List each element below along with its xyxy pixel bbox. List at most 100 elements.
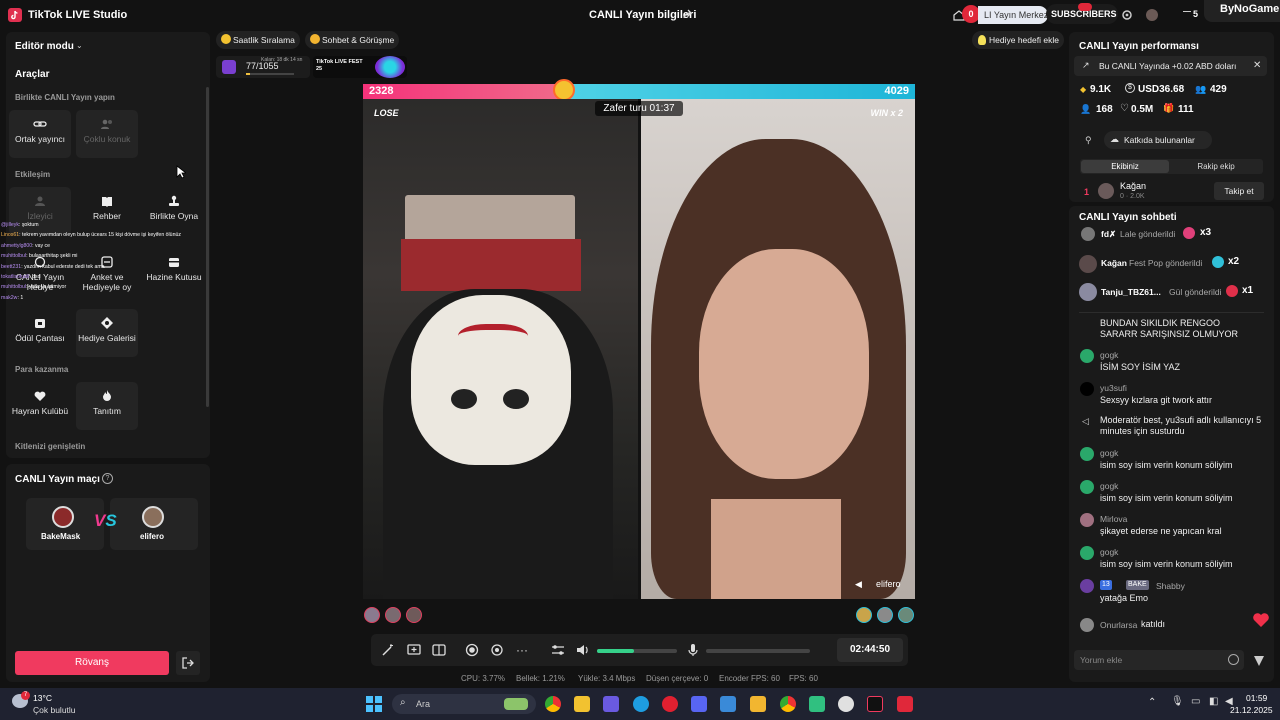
cohost-tool[interactable]: Ortak yayıncı [9, 110, 71, 158]
avatar[interactable] [1098, 183, 1114, 199]
clock-date[interactable]: 21.12.2025 [1230, 705, 1273, 715]
clock-time[interactable]: 01:59 [1246, 693, 1267, 703]
mic-level-slider[interactable] [706, 649, 810, 653]
hourly-ranking-chip[interactable]: Saatlik Sıralama [216, 31, 300, 49]
chat-user[interactable]: gogk [1100, 350, 1118, 360]
magic-wand-icon[interactable] [381, 643, 395, 657]
emoji-icon[interactable] [1228, 654, 1239, 665]
comment-input[interactable]: Yorum ekle [1074, 650, 1244, 670]
left-supporter-avatar[interactable] [406, 607, 422, 623]
live-info-title[interactable]: CANLI Yayın bilgileri [589, 9, 696, 21]
chat-user[interactable]: yu3sufi [1100, 383, 1127, 393]
like-heart-icon[interactable] [1252, 612, 1270, 628]
chevron-up-icon[interactable]: ⌃ [1148, 697, 1156, 708]
avatar[interactable] [1080, 382, 1094, 396]
editor-mode-dropdown[interactable]: Editör modu [15, 41, 74, 52]
avatar[interactable] [1080, 480, 1094, 494]
avatar[interactable] [1079, 255, 1097, 273]
left-supporter-avatar[interactable] [385, 607, 401, 623]
close-icon[interactable]: ✕ [1253, 60, 1261, 71]
avatar[interactable] [1080, 618, 1094, 632]
chrome-icon[interactable] [780, 696, 796, 712]
fan-club-tool[interactable]: Hayran Kulübü [9, 382, 71, 432]
network-icon[interactable]: ◧ [1209, 696, 1218, 707]
add-gift-goal-chip[interactable]: Hediye hedefi ekle [972, 31, 1064, 49]
goal-gift-icon [222, 60, 236, 74]
record-icon[interactable] [465, 643, 479, 657]
app-icon[interactable] [897, 696, 913, 712]
speaker-icon[interactable]: ◀ [855, 579, 865, 589]
app-icon[interactable] [838, 696, 854, 712]
avatar[interactable] [1146, 9, 1158, 21]
layout-icon[interactable] [432, 643, 446, 657]
likes-value: 0.5M [1131, 104, 1154, 115]
chrome-icon[interactable] [545, 696, 561, 712]
live-fest-banner[interactable]: TikTok LIVE FEST 25 [313, 56, 407, 78]
chat-user[interactable]: gogk [1100, 481, 1118, 491]
live-center-label[interactable]: LI Yayın Merkez [984, 10, 1048, 20]
right-supporter-avatar[interactable] [856, 607, 872, 623]
folder-icon[interactable] [750, 696, 766, 712]
player2-avatar[interactable] [142, 506, 164, 528]
avatar[interactable] [1080, 546, 1094, 560]
app-icon[interactable] [809, 696, 825, 712]
windows-start-icon[interactable] [366, 696, 382, 712]
promotion-tool[interactable]: Tanıtım [76, 382, 138, 430]
multi-guest-tool[interactable]: Çoklu konuk [76, 110, 138, 158]
level-badge: 13 [1100, 580, 1112, 590]
send-icon[interactable] [1253, 655, 1265, 667]
earnings-banner[interactable]: ↗ Bu CANLI Yayında +0.02 ABD doları ✕ [1074, 56, 1267, 76]
discord-icon[interactable] [691, 696, 707, 712]
volume-slider[interactable] [597, 649, 677, 653]
file-explorer-icon[interactable] [574, 696, 590, 712]
follow-button[interactable]: Takip et [1214, 182, 1264, 200]
chat-user[interactable]: Mirlova [1100, 514, 1127, 524]
exit-button[interactable] [176, 651, 200, 675]
tab-opponent-team[interactable]: Rakip ekip [1172, 160, 1260, 173]
avatar[interactable] [1080, 579, 1094, 593]
teams-icon[interactable] [603, 696, 619, 712]
settings-gear-icon[interactable] [1121, 9, 1133, 21]
opera-icon[interactable] [662, 696, 678, 712]
tab-our-team[interactable]: Ekibiniz [1081, 160, 1169, 173]
chevron-down-icon[interactable]: ⌄ [76, 41, 83, 50]
joined-user[interactable]: Onurlarsa [1100, 620, 1137, 630]
tiktok-live-studio-icon[interactable] [867, 696, 883, 712]
chat-message: BUNDAN SIKILDIK RENGOO SARARR SARIŞINSIZ… [1100, 318, 1239, 339]
person-settings-icon[interactable]: ⚲ [1085, 135, 1092, 146]
help-icon[interactable]: ? [102, 473, 113, 484]
right-supporter-avatar[interactable] [898, 607, 914, 623]
cpu-stat: CPU: 3.77% [461, 674, 506, 683]
chat-user[interactable]: gogk [1100, 448, 1118, 458]
display-icon[interactable]: ▭ [1191, 696, 1200, 707]
volume-icon[interactable] [576, 643, 590, 657]
chat-meet-chip[interactable]: Sohbet & Görüşme [305, 31, 399, 49]
right-supporter-avatar[interactable] [877, 607, 893, 623]
avatar[interactable] [1079, 283, 1097, 301]
screen-add-icon[interactable] [407, 643, 421, 657]
chat-user[interactable]: Shabby [1156, 581, 1185, 591]
chat-user[interactable]: gogk [1100, 547, 1118, 557]
player1-avatar[interactable] [52, 506, 74, 528]
sliders-icon[interactable] [551, 643, 565, 657]
avatar[interactable] [1080, 447, 1094, 461]
edge-icon[interactable] [633, 696, 649, 712]
more-icon[interactable]: ··· [516, 643, 528, 657]
mail-icon[interactable] [720, 696, 736, 712]
microphone-tray-icon[interactable]: 🎙 [1171, 696, 1184, 707]
taskbar-search[interactable]: ⌕ Ara [392, 694, 536, 714]
left-supporter-avatar[interactable] [364, 607, 380, 623]
right-video-feed[interactable]: WIN x 2 ◀ elifero [641, 99, 915, 599]
gift-gallery-tool[interactable]: Hediye Galerisi [76, 309, 138, 357]
rematch-button[interactable]: Rövanş [15, 651, 169, 675]
camera-target-icon[interactable] [490, 643, 504, 657]
avatar[interactable] [1081, 227, 1095, 241]
avatar[interactable] [1080, 349, 1094, 363]
microphone-icon[interactable] [686, 643, 700, 657]
share-icon[interactable] [682, 8, 694, 20]
left-video-feed[interactable]: LOSE [363, 99, 638, 599]
new-followers-value: 168 [1096, 104, 1113, 115]
reward-bag-tool[interactable]: Ödül Çantası [9, 309, 71, 357]
avatar[interactable] [1080, 513, 1094, 527]
contributors-button[interactable]: ☁ Katkıda bulunanlar [1104, 131, 1212, 149]
